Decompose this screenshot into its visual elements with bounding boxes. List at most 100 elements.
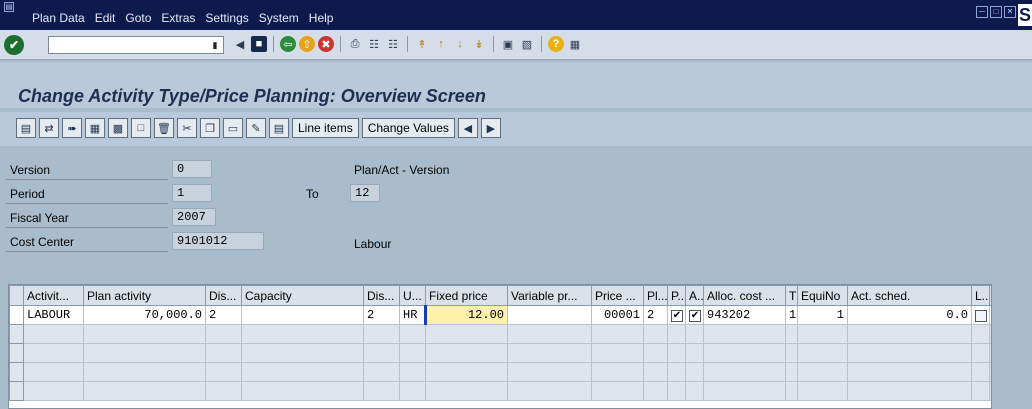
cell-fixed-price[interactable]: 12.00 (424, 305, 508, 325)
system-menu-icon[interactable]: ▤ (4, 2, 14, 12)
select-all-icon[interactable]: ▦ (85, 118, 105, 138)
shortcut-icon[interactable]: ▧ (519, 36, 535, 52)
first-page-icon[interactable]: ↟ (414, 36, 430, 52)
select-block-icon[interactable]: ▩ (108, 118, 128, 138)
menu-edit[interactable]: Edit (95, 11, 116, 25)
cut-icon[interactable]: ✂ (177, 118, 197, 138)
cell-distribution-key[interactable]: 2 (205, 305, 242, 325)
cell-activity-type[interactable]: LABOUR (23, 305, 84, 325)
find-next-icon[interactable]: ☷ (385, 36, 401, 52)
row-selector[interactable] (9, 362, 24, 382)
fiscal-year-row: Fiscal Year 2007 (6, 208, 226, 228)
menu-settings[interactable]: Settings (205, 11, 248, 25)
previous-page-icon[interactable]: ↑ (433, 36, 449, 52)
change-values-button[interactable]: Change Values (361, 118, 455, 138)
exit-icon[interactable]: ⇧ (299, 36, 315, 52)
period-to-label: To (306, 187, 319, 201)
cell-price-indicator[interactable]: 2 (643, 305, 668, 325)
row-selector[interactable] (9, 305, 24, 325)
cell-capacity[interactable] (241, 305, 364, 325)
select-all-rows-icon[interactable] (9, 285, 24, 306)
close-icon[interactable]: ✕ (1004, 6, 1016, 18)
help-icon[interactable]: ? (548, 36, 564, 52)
column-price-unit[interactable]: Price ... (591, 285, 644, 306)
row-selector[interactable] (9, 343, 24, 363)
column-a-flag[interactable]: A... (685, 285, 704, 306)
standard-toolbar-icons: ◀ ■ ⇦ ⇧ ✖ ⎙ ☷ ☷ ↟ ↑ ↓ ↡ ▣ ▧ ? ▦ (232, 36, 586, 52)
menu-plan-data[interactable]: Plan Data (32, 11, 85, 25)
next-screen-icon[interactable]: ▶ (480, 118, 501, 138)
line-items-button[interactable]: Line items (292, 118, 359, 138)
deselect-all-icon[interactable]: □ (131, 118, 151, 138)
toolbar-separator (541, 36, 542, 52)
column-capacity[interactable]: Capacity (241, 285, 364, 306)
cell-unit[interactable]: HR (399, 305, 426, 325)
row-selector[interactable] (9, 381, 24, 401)
column-activity-type[interactable]: Activit... (23, 285, 84, 306)
column-unit[interactable]: U... (399, 285, 426, 306)
cost-center-row: Cost Center 9101012 (6, 232, 264, 252)
select-icon[interactable]: ➠ (62, 118, 82, 138)
column-price-indicator[interactable]: Pl... (643, 285, 668, 306)
last-page-icon[interactable]: ↡ (471, 36, 487, 52)
command-field[interactable] (48, 36, 224, 54)
copy-icon[interactable]: ❐ (200, 118, 220, 138)
previous-screen-icon[interactable]: ◀ (457, 118, 478, 138)
period-from-value: 1 (172, 184, 212, 202)
cell-distribution-key-2[interactable]: 2 (363, 305, 400, 325)
maximize-icon[interactable]: □ (990, 6, 1002, 18)
find-icon[interactable]: ☷ (366, 36, 382, 52)
edit-icon[interactable]: ✎ (246, 118, 266, 138)
delete-icon[interactable]: 🗑 (154, 118, 174, 138)
cell-equivalence-number[interactable]: 1 (797, 305, 848, 325)
column-l[interactable]: L... (971, 285, 990, 306)
column-plan-activity[interactable]: Plan activity (83, 285, 206, 306)
column-distribution-key-2[interactable]: Dis... (363, 285, 400, 306)
period-label: Period (6, 184, 168, 204)
line-items-icon[interactable]: ▤ (269, 118, 289, 138)
column-equivalence-number[interactable]: EquiNo (797, 285, 848, 306)
column-t[interactable]: T (785, 285, 798, 306)
menu-bar: ▤ Plan Data Edit Goto Extras Settings Sy… (0, 0, 1032, 30)
checkbox-p[interactable]: ✔ (671, 309, 683, 322)
cell-price-unit[interactable]: 00001 (591, 305, 644, 325)
command-history-icon[interactable]: ▮ (208, 36, 222, 54)
minimize-icon[interactable]: ─ (976, 6, 988, 18)
column-distribution-key[interactable]: Dis... (205, 285, 242, 306)
cancel-icon[interactable]: ✖ (318, 36, 334, 52)
cell-act-sched[interactable]: 0.0 (847, 305, 972, 325)
menu-help[interactable]: Help (309, 11, 334, 25)
paste-icon[interactable]: ▭ (223, 118, 243, 138)
sap-logo: S (1018, 4, 1032, 26)
cell-plan-activity[interactable]: 70,000.0 (83, 305, 206, 325)
row-selector[interactable] (9, 324, 24, 344)
menu-system[interactable]: System (259, 11, 299, 25)
fiscal-year-label: Fiscal Year (6, 208, 168, 228)
page-title: Change Activity Type/Price Planning: Ove… (18, 86, 486, 106)
create-session-icon[interactable]: ▣ (500, 36, 516, 52)
column-variable-price[interactable]: Variable pr... (507, 285, 592, 306)
version-row: Version 0 (6, 160, 226, 180)
checkbox-l[interactable] (975, 309, 987, 322)
next-page-icon[interactable]: ↓ (452, 36, 468, 52)
cell-alloc-cost-element[interactable]: 943202 (703, 305, 786, 325)
cell-t[interactable]: 1 (785, 305, 798, 325)
cell-filler (989, 305, 991, 325)
back-icon[interactable]: ⇦ (280, 36, 296, 52)
menu-extras[interactable]: Extras (161, 11, 195, 25)
enter-icon[interactable]: ✔ (4, 35, 24, 55)
collapse-icon[interactable]: ◀ (232, 36, 248, 52)
cell-variable-price[interactable] (507, 305, 592, 325)
column-act-sched[interactable]: Act. sched. (847, 285, 972, 306)
application-toolbar-buttons: ▤ ⇄ ➠ ▦ ▩ □ 🗑 ✂ ❐ ▭ ✎ ▤ Line items Chang… (16, 118, 504, 138)
column-fixed-price[interactable]: Fixed price (425, 285, 508, 306)
menu-goto[interactable]: Goto (125, 11, 151, 25)
checkbox-a[interactable]: ✔ (689, 309, 701, 322)
other-planning-icon[interactable]: ▤ (16, 118, 36, 138)
customize-layout-icon[interactable]: ▦ (567, 36, 583, 52)
switch-mode-icon[interactable]: ⇄ (39, 118, 59, 138)
save-icon[interactable]: ■ (251, 36, 267, 52)
print-icon[interactable]: ⎙ (347, 36, 363, 52)
column-alloc-cost-element[interactable]: Alloc. cost ... (703, 285, 786, 306)
column-p-flag[interactable]: P... (667, 285, 686, 306)
